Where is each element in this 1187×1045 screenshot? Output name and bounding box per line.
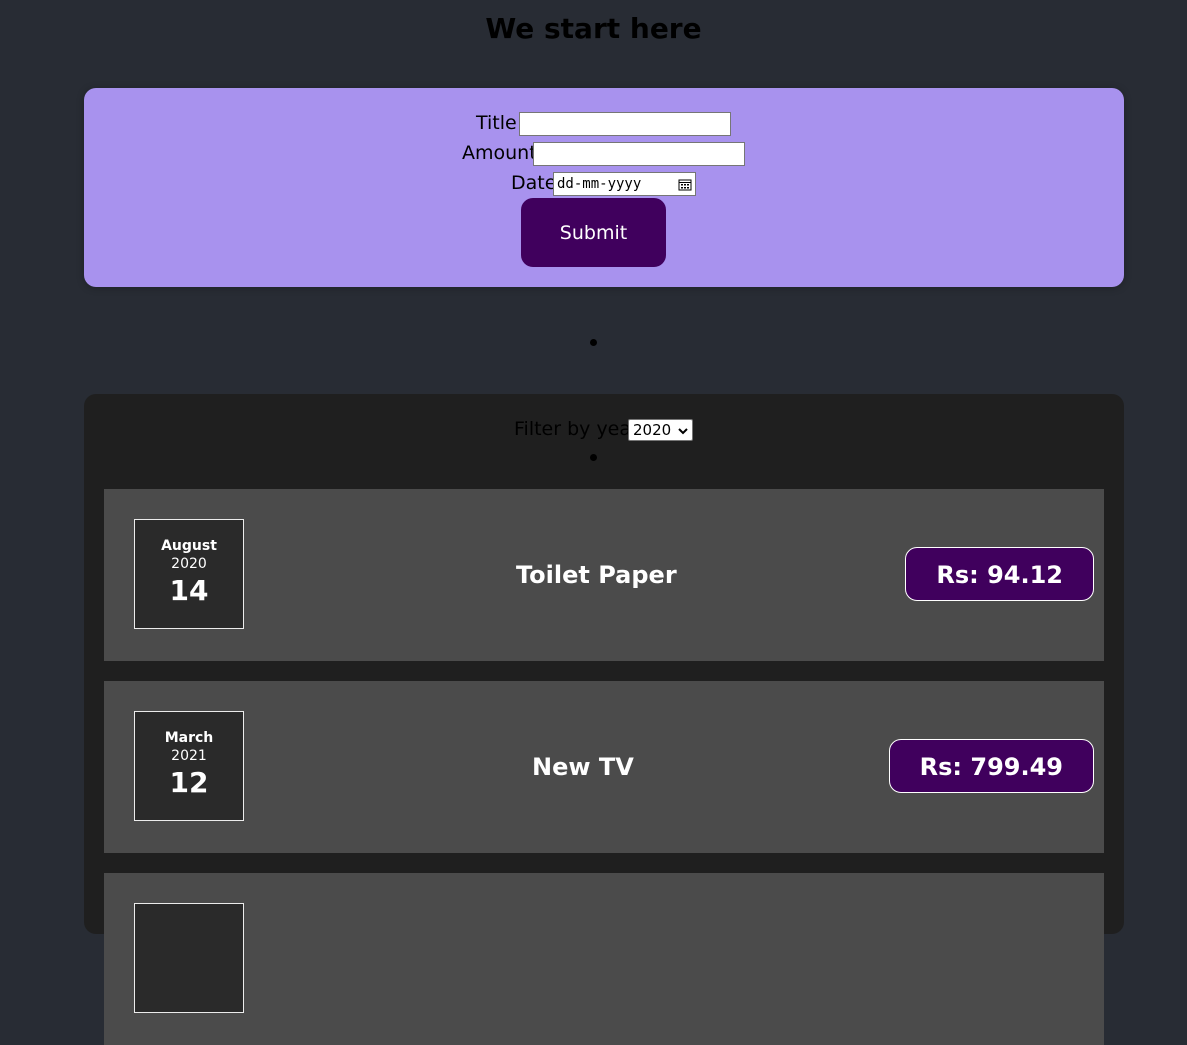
chevron-down-icon xyxy=(678,421,688,439)
title-label: Title xyxy=(476,112,517,134)
expense-day: 14 xyxy=(169,574,209,607)
expense-title: New TV xyxy=(532,753,634,781)
expense-item[interactable]: August 2020 14 Toilet Paper Rs: 94.12 xyxy=(104,489,1104,661)
list-bullet xyxy=(590,339,597,346)
date-input[interactable]: dd-mm-yyyy xyxy=(553,172,696,196)
year-filter-select[interactable]: 2020 xyxy=(628,419,693,441)
date-label: Date xyxy=(511,172,557,194)
title-input[interactable] xyxy=(519,112,731,136)
year-select-value: 2020 xyxy=(633,421,672,439)
new-expense-form: Title Amount Date dd-mm-yyyy Submit xyxy=(84,88,1124,287)
amount-label: Amount xyxy=(462,142,537,164)
submit-button[interactable]: Submit xyxy=(521,198,666,267)
expense-year: 2020 xyxy=(171,556,207,572)
expense-title: Toilet Paper xyxy=(516,561,677,589)
calendar-icon[interactable] xyxy=(678,178,692,191)
expense-month: August xyxy=(161,538,217,554)
list-bullet xyxy=(590,454,597,461)
expense-date: March 2021 12 xyxy=(134,711,244,821)
expense-day: 12 xyxy=(169,766,209,799)
page-title: We start here xyxy=(485,12,702,45)
expense-price-badge: Rs: 799.49 xyxy=(888,739,1094,793)
expense-month: March xyxy=(164,730,214,746)
expense-date: August 2020 14 xyxy=(134,519,244,629)
filter-label: Filter by year xyxy=(514,418,639,440)
expense-item[interactable] xyxy=(104,873,1104,1045)
expense-year: 2021 xyxy=(171,748,207,764)
expense-price-badge: Rs: 94.12 xyxy=(905,547,1094,601)
expense-item[interactable]: March 2021 12 New TV Rs: 799.49 xyxy=(104,681,1104,853)
expense-date xyxy=(134,903,244,1013)
expenses-list-card: Filter by year 2020 August 2020 14 Toile… xyxy=(84,394,1124,1045)
date-placeholder: dd-mm-yyyy xyxy=(557,176,642,192)
amount-input[interactable] xyxy=(533,142,745,166)
